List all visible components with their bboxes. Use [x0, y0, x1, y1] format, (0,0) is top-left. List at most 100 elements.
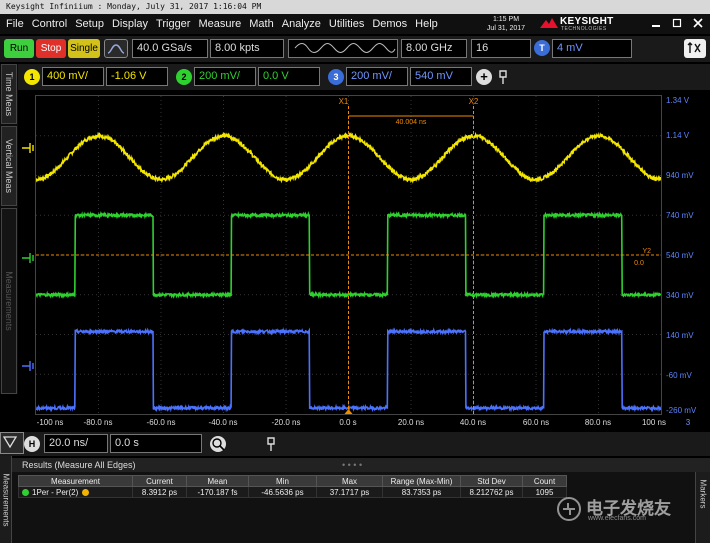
- channel-3-offset[interactable]: 540 mV: [410, 67, 472, 86]
- sample-rate-field[interactable]: 40.0 GSa/s: [132, 39, 208, 58]
- menu-math[interactable]: Math: [249, 18, 273, 30]
- channel-1-offset[interactable]: -1.06 V: [106, 67, 168, 86]
- y-marker-value: 0.0: [634, 260, 644, 267]
- channel-1-scale[interactable]: 400 mV/: [42, 67, 104, 86]
- column-header[interactable]: Range (Max-Min): [382, 475, 461, 487]
- voltage-label: 1.14 V: [666, 131, 690, 140]
- restore-icon[interactable]: [668, 16, 686, 30]
- horizontal-badge[interactable]: H: [24, 436, 40, 452]
- trigger-badge[interactable]: T: [534, 40, 550, 56]
- channel-bar: 1 400 mV/ -1.06 V 2 200 mV/ 0.0 V 3 200 …: [0, 64, 710, 90]
- time-label: -60.0 ns: [146, 418, 176, 427]
- watermark-logo-icon: [557, 497, 581, 521]
- tab-measurements[interactable]: Measurements: [1, 208, 17, 394]
- trigger-level-field[interactable]: 4 mV: [552, 39, 632, 58]
- clock: 1:15 PM Jul 31, 2017: [476, 15, 536, 33]
- close-icon[interactable]: [689, 16, 707, 30]
- time-label: 20.0 ns: [397, 418, 425, 427]
- time-label: 100 ns: [641, 418, 667, 427]
- channel-1-badge[interactable]: 1: [24, 69, 40, 85]
- min-cell: -46.5636 ps: [248, 486, 317, 498]
- channel-3-scale[interactable]: 200 mV/: [346, 67, 408, 86]
- voltage-label: 540 mV: [666, 251, 694, 260]
- memory-depth-field[interactable]: 8.00 kpts: [210, 39, 284, 58]
- table-row[interactable]: 1Per - Per(2) 8.3912 ps -170.187 fs -46.…: [18, 486, 567, 498]
- horizontal-position-field[interactable]: 0.0 s: [110, 434, 202, 453]
- averages-field[interactable]: 16: [471, 39, 531, 58]
- markers-side-tab[interactable]: Markers: [695, 472, 710, 543]
- column-header[interactable]: Count: [522, 475, 567, 487]
- results-header: Results (Measure All Edges) • • • •: [12, 458, 710, 472]
- measurements-side-tab[interactable]: Measurements: [0, 456, 12, 543]
- voltage-label: 340 mV: [666, 291, 694, 300]
- tab-time-meas[interactable]: Time Meas: [1, 64, 17, 124]
- voltage-label: -60 mV: [666, 371, 692, 380]
- column-header[interactable]: Max: [316, 475, 383, 487]
- menu-analyze[interactable]: Analyze: [282, 18, 321, 30]
- pin-icon[interactable]: [496, 69, 510, 85]
- menu-file[interactable]: File: [6, 18, 24, 30]
- menu-help[interactable]: Help: [415, 18, 438, 30]
- menu-utilities[interactable]: Utilities: [329, 18, 364, 30]
- page-index: 3: [685, 418, 691, 427]
- zoom-icon[interactable]: [210, 436, 226, 452]
- menu-setup[interactable]: Setup: [75, 18, 104, 30]
- single-button[interactable]: Single: [68, 39, 100, 58]
- column-header[interactable]: Measurement: [18, 475, 133, 487]
- column-header[interactable]: Min: [248, 475, 317, 487]
- add-channel-icon[interactable]: +: [476, 69, 492, 85]
- column-header[interactable]: Current: [132, 475, 187, 487]
- autoscale-icon[interactable]: [104, 39, 128, 58]
- voltage-label: 140 mV: [666, 331, 694, 340]
- time-label: 80.0 ns: [584, 418, 612, 427]
- brand-subtitle: TECHNOLOGIES: [561, 26, 607, 32]
- channel-2-badge[interactable]: 2: [176, 69, 192, 85]
- measurement-table: Measurement Current Mean Min Max Range (…: [18, 475, 567, 498]
- current-cell: 8.3912 ps: [132, 486, 187, 498]
- minimize-icon[interactable]: [647, 16, 665, 30]
- time-label: -40.0 ns: [208, 418, 238, 427]
- channel-2-scale[interactable]: 200 mV/: [194, 67, 256, 86]
- channel-2-offset[interactable]: 0.0 V: [258, 67, 320, 86]
- x2-marker-label: X2: [469, 97, 479, 106]
- clock-date: Jul 31, 2017: [486, 25, 526, 32]
- run-button[interactable]: Run: [4, 39, 34, 58]
- menu-demos[interactable]: Demos: [372, 18, 407, 30]
- channel-3-ground-marker[interactable]: [20, 358, 36, 374]
- status-dot-icon: [82, 488, 90, 496]
- horizontal-pin-icon[interactable]: [264, 436, 278, 452]
- voltage-label: 940 mV: [666, 171, 694, 180]
- x1-marker-label: X1: [339, 97, 349, 106]
- channel-3-badge[interactable]: 3: [328, 69, 344, 85]
- bandwidth-field[interactable]: 8.00 GHz: [401, 39, 467, 58]
- channel-2-ground-marker[interactable]: [20, 250, 36, 266]
- column-header[interactable]: Std Dev: [460, 475, 523, 487]
- channel-1-ground-marker[interactable]: [20, 140, 36, 156]
- voltage-label: 740 mV: [666, 211, 694, 220]
- menu-display[interactable]: Display: [112, 18, 148, 30]
- trigger-position-icon: [344, 409, 353, 414]
- results-title: Results (Measure All Edges): [22, 460, 136, 470]
- waveform-plot[interactable]: X1 X2 40.004 ns Y2 0.0: [36, 96, 661, 414]
- waveform-display[interactable]: X1 X2 40.004 ns Y2 0.0: [35, 95, 662, 415]
- column-header[interactable]: Mean: [186, 475, 249, 487]
- stop-button[interactable]: Stop: [36, 39, 66, 58]
- menu-trigger[interactable]: Trigger: [156, 18, 190, 30]
- tab-vertical-meas[interactable]: Vertical Meas: [1, 126, 17, 206]
- drag-handle-icon[interactable]: • • • •: [342, 458, 362, 472]
- delay-icon[interactable]: [0, 432, 24, 454]
- menu-control[interactable]: Control: [32, 18, 67, 30]
- horizontal-scale-field[interactable]: 20.0 ns/: [44, 434, 108, 453]
- waveform-preview: [288, 39, 398, 58]
- time-label: 40.0 ns: [459, 418, 487, 427]
- touch-icon[interactable]: [684, 39, 706, 58]
- window-title: Keysight Infiniium : Monday, July 31, 20…: [0, 0, 710, 14]
- voltage-label: 1.34 V: [666, 96, 690, 105]
- menu-measure[interactable]: Measure: [198, 18, 241, 30]
- time-label: -80.0 ns: [83, 418, 113, 427]
- channel-2-indicator-icon: [22, 488, 29, 496]
- time-label: -20.0 ns: [271, 418, 301, 427]
- voltage-label: -260 mV: [666, 406, 697, 415]
- acquisition-toolbar: Run Stop Single 40.0 GSa/s 8.00 kpts 8.0…: [0, 36, 710, 62]
- time-label: 60.0 ns: [522, 418, 550, 427]
